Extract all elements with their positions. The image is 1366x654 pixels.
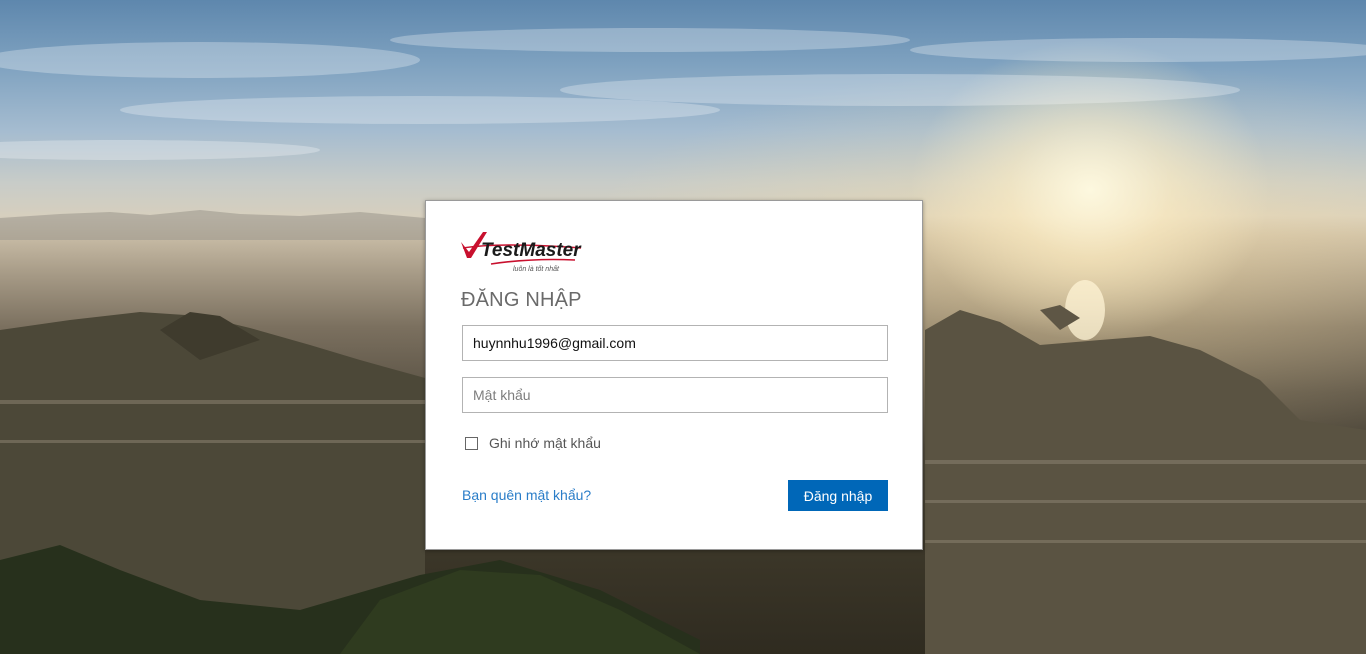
svg-text:luôn là tốt nhất: luôn là tốt nhất bbox=[513, 265, 560, 273]
remember-checkbox[interactable] bbox=[465, 436, 478, 450]
email-field[interactable] bbox=[462, 325, 888, 361]
remember-label: Ghi nhớ mật khẩu bbox=[489, 435, 601, 451]
login-title: ĐĂNG NHẬP bbox=[461, 289, 582, 311]
login-button[interactable]: Đăng nhập bbox=[788, 480, 888, 511]
testmaster-logo: TestMaster luôn là tốt nhất bbox=[461, 232, 582, 273]
forgot-password-link[interactable]: Bạn quên mật khẩu? bbox=[462, 487, 591, 503]
svg-text:TestMaster: TestMaster bbox=[481, 240, 582, 261]
remember-password-row[interactable]: Ghi nhớ mật khẩu bbox=[465, 435, 601, 451]
login-card: TestMaster luôn là tốt nhất ĐĂNG NHẬP Gh… bbox=[425, 200, 923, 550]
password-field[interactable] bbox=[462, 377, 888, 413]
